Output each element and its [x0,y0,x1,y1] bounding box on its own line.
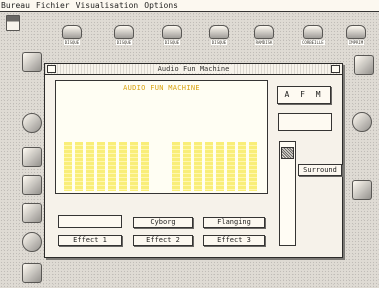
pen-icon[interactable] [22,203,42,223]
analyzer-bar [249,142,257,191]
menu-options[interactable]: Options [144,0,178,11]
slider-thumb[interactable] [281,147,294,159]
effect-2-button[interactable]: Effect 2 [133,235,193,246]
analyzer-bars [62,93,260,191]
analyzer-bar [183,142,191,191]
window-titlebar[interactable]: Audio Fun Machine [45,64,342,75]
tool-icon[interactable] [22,147,42,167]
analyzer-bar [97,142,105,191]
analyzer-bar [64,142,72,191]
fullscreen-box-icon[interactable] [331,65,340,73]
menu-bureau[interactable]: Bureau [1,0,30,11]
effect-3-button[interactable]: Effect 3 [203,235,265,246]
brush-icon[interactable] [22,263,42,283]
analyzer-bar [216,142,224,191]
analyzer-bar [75,142,83,191]
disk-icon[interactable] [352,112,372,132]
analyzer-bar [108,142,116,191]
menu-visualisation[interactable]: Visualisation [76,0,139,11]
close-box-icon[interactable] [47,65,56,73]
afm-display-field [278,113,332,131]
drive-icon[interactable]: DISQUE [209,25,229,45]
drive-icon[interactable]: CORBEILLE [301,25,325,45]
floppy-disk-icon[interactable] [6,15,20,31]
drive-icon[interactable]: IMPRIM [346,25,366,45]
analyzer-bar [141,142,149,191]
effect-name-field[interactable] [58,215,122,228]
analyzer-bar [238,142,246,191]
drive-icon[interactable]: RAMDISK [254,25,274,45]
palette-icon[interactable] [22,232,42,252]
window-title: Audio Fun Machine [154,65,233,73]
surround-button[interactable]: Surround [298,164,342,176]
analyzer-bar [172,142,180,191]
analyzer-bar [194,142,202,191]
afm-button[interactable]: A F M [277,86,331,104]
document-icon[interactable] [354,55,374,75]
drive-icon[interactable]: DISQUE [114,25,134,45]
menu-bar: Bureau Fichier Visualisation Options [0,0,379,12]
menu-fichier[interactable]: Fichier [36,0,70,11]
scissors-icon[interactable] [22,175,42,195]
printer-icon[interactable] [352,180,372,200]
flanging-button[interactable]: Flanging [203,217,265,228]
disk-icon[interactable] [22,113,42,133]
drive-icon[interactable]: DISQUE [162,25,182,45]
analyzer-bar [119,142,127,191]
effect-1-button[interactable]: Effect 1 [58,235,122,246]
analyzer-bar [86,142,94,191]
cyborg-button[interactable]: Cyborg [133,217,193,228]
spectrum-analyzer: AUDIO FUN MACHINE [55,80,268,194]
analyzer-bar [227,142,235,191]
volume-slider[interactable] [279,141,296,246]
drive-icon[interactable]: DISQUE [62,25,82,45]
program-icon[interactable] [22,52,42,72]
analyzer-bar [130,142,138,191]
analyzer-title: AUDIO FUN MACHINE [123,84,200,92]
analyzer-bar [205,142,213,191]
